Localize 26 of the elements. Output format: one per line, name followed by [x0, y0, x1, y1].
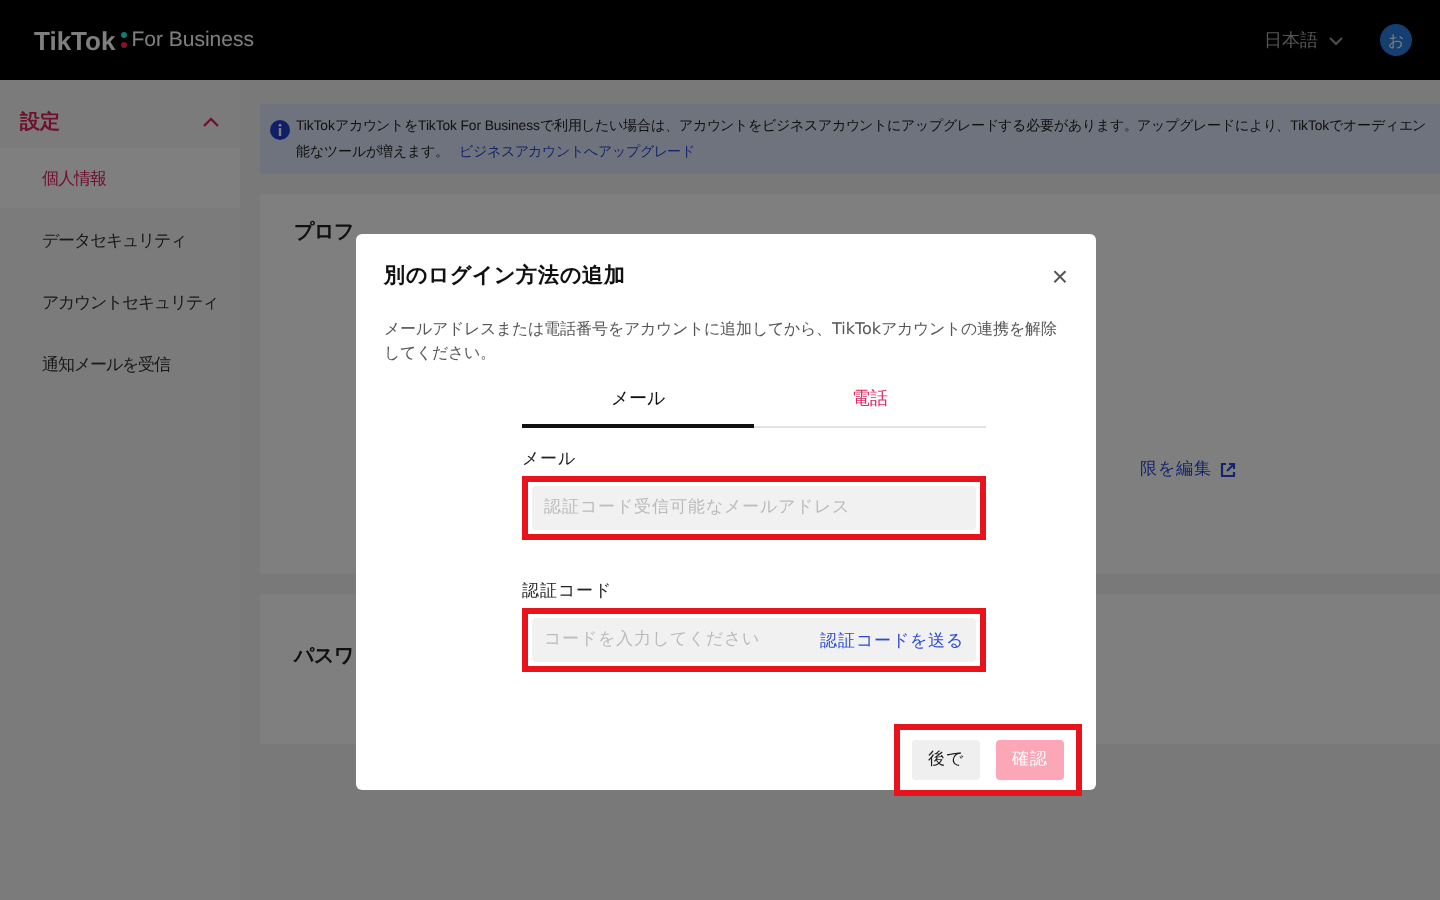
- card-title: プロフ: [294, 218, 354, 246]
- dialog-title: 別のログイン方法の追加: [384, 262, 626, 290]
- later-button[interactable]: 後で: [912, 740, 980, 780]
- send-code-link[interactable]: 認証コードを送る: [820, 630, 964, 654]
- settings-section[interactable]: 設定: [0, 96, 240, 148]
- tab[interactable]: 電話: [754, 378, 986, 428]
- chevron-down-icon: [1328, 35, 1344, 45]
- info-icon: [270, 120, 290, 140]
- edit-link[interactable]: 限を編集: [1140, 458, 1236, 482]
- sidebar-item[interactable]: 通知メールを受信: [0, 334, 240, 394]
- sidebar-item[interactable]: 個人情報: [0, 148, 240, 208]
- field-label: メール: [522, 448, 578, 472]
- language-selector[interactable]: 日本語: [1264, 27, 1344, 53]
- tab[interactable]: メール: [522, 378, 754, 428]
- sidebar-item[interactable]: データセキュリティ: [0, 210, 240, 270]
- chevron-icon: [202, 116, 220, 128]
- external-link-icon: [1220, 462, 1236, 478]
- close-button[interactable]: ×: [1051, 262, 1068, 290]
- field-label: 認証コード: [522, 580, 614, 604]
- colon-icon: [119, 30, 128, 50]
- card-title: パスワ: [294, 644, 354, 670]
- product-name: For Business: [131, 28, 254, 52]
- sidebar-item[interactable]: アカウントセキュリティ: [0, 272, 240, 332]
- dialog-description: メールアドレスまたは電話番号をアカウントに追加してから、TikTokアカウントの連携を解除してください。: [384, 318, 1060, 366]
- avatar[interactable]: お: [1380, 24, 1412, 56]
- brand-logo: TikTok: [34, 25, 116, 55]
